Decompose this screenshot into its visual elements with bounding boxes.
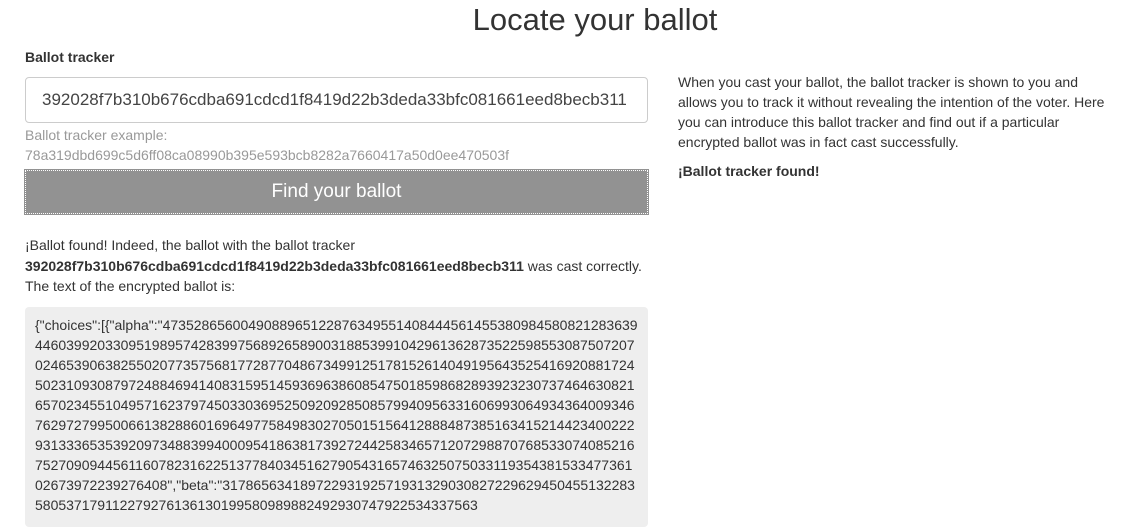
encrypted-ballot-text: {"choices":[{"alpha":"473528656004908896… xyxy=(25,306,648,527)
example-label: Ballot tracker example: xyxy=(25,127,168,143)
info-panel: When you cast your ballot, the ballot tr… xyxy=(678,72,1108,181)
example-value: 78a319dbd699c5d6ff08ca08990b395e593bcb82… xyxy=(25,147,510,163)
result-prefix: ¡Ballot found! Indeed, the ballot with t… xyxy=(25,237,355,253)
info-text: When you cast your ballot, the ballot tr… xyxy=(678,74,1105,150)
status-message: ¡Ballot tracker found! xyxy=(678,163,820,179)
tracker-form: Ballot tracker 392028f7b310b676cdba691cd… xyxy=(24,48,649,527)
find-ballot-button[interactable]: Find your ballot xyxy=(24,169,649,215)
tracker-input[interactable]: 392028f7b310b676cdba691cdcd1f8419d22b3de… xyxy=(25,77,648,123)
result-message: ¡Ballot found! Indeed, the ballot with t… xyxy=(25,235,648,297)
tracker-label: Ballot tracker xyxy=(25,49,115,65)
page-title: Locate your ballot xyxy=(472,2,718,37)
result-tracker: 392028f7b310b676cdba691cdcd1f8419d22b3de… xyxy=(25,257,524,274)
